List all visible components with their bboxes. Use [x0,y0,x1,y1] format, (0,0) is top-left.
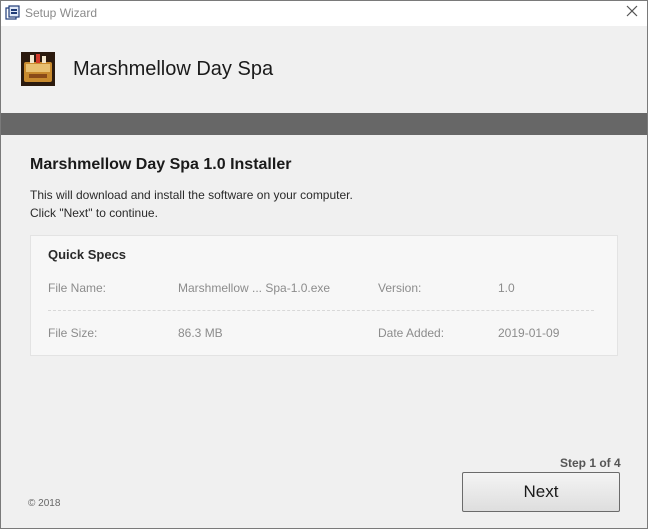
specs-divider [48,310,594,311]
date-added-value: 2019-01-09 [498,326,560,340]
wizard-content: Marshmellow Day Spa 1.0 Installer This w… [1,135,647,528]
specs-title: Quick Specs [48,247,127,262]
installer-icon [5,5,21,21]
wizard-header: Marshmellow Day Spa [1,26,647,113]
app-name: Marshmellow Day Spa [73,58,274,80]
close-button[interactable] [617,1,647,25]
header-band [1,113,647,135]
spec-row-file-size: File Size: 86.3 MB Date Added: 2019-01-0… [48,326,594,346]
window-title: Setup Wizard [25,6,98,20]
date-added-label: Date Added: [378,326,445,340]
title-bar: Setup Wizard [1,1,647,26]
description-line-2: Click "Next" to continue. [30,206,158,220]
installer-title: Marshmellow Day Spa 1.0 Installer [30,156,292,173]
quick-specs-panel: Quick Specs File Name: Marshmellow ... S… [30,235,618,356]
description-line-1: This will download and install the softw… [30,188,353,202]
description: This will download and install the softw… [30,186,353,222]
next-button[interactable]: Next [462,472,620,512]
version-value: 1.0 [498,281,515,295]
version-label: Version: [378,281,422,295]
setup-wizard-window: Setup Wizard Marshmellow Day Spa Marshme… [0,0,648,529]
file-size-value: 86.3 MB [178,326,223,340]
app-logo-icon [21,52,55,86]
step-indicator: Step 1 of 4 [560,456,621,470]
close-icon [626,4,638,22]
file-size-label: File Size: [48,326,98,340]
copyright: © 2018 [28,498,61,509]
file-name-label: File Name: [48,281,107,295]
spec-row-file-name: File Name: Marshmellow ... Spa-1.0.exe V… [48,281,594,301]
file-name-value: Marshmellow ... Spa-1.0.exe [178,281,331,295]
